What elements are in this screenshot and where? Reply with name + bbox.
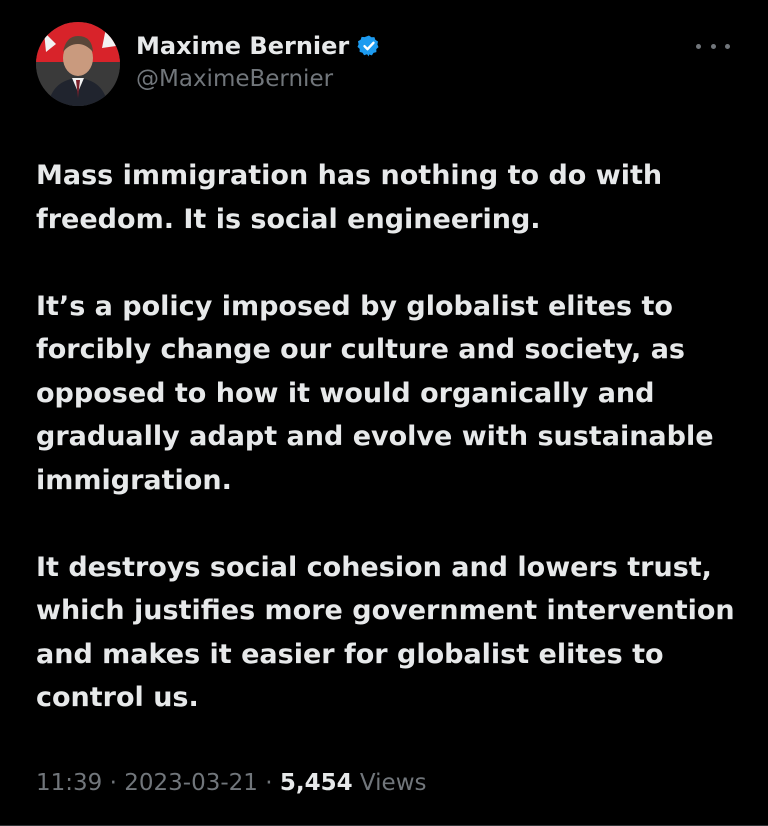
tweet-paragraph: It destroys social cohesion and lowers t… [36, 551, 735, 714]
tweet-time[interactable]: 11:39 [36, 770, 102, 796]
tweet-text: Mass immigration has nothing to do with … [36, 154, 736, 720]
verified-badge-icon[interactable] [357, 34, 381, 58]
more-options-icon[interactable] [696, 36, 730, 56]
author-block: Maxime Bernier @MaximeBernier [136, 30, 381, 92]
display-name[interactable]: Maxime Bernier [136, 32, 349, 60]
meta-separator: · [257, 770, 280, 796]
user-handle[interactable]: @MaximeBernier [136, 66, 381, 92]
tweet-header: Maxime Bernier @MaximeBernier [36, 20, 736, 110]
more-dot [710, 43, 716, 49]
tweet-meta: 11:39 · 2023-03-21 · 5,454 Views [36, 770, 427, 796]
views-count: 5,454 [279, 770, 353, 796]
tweet-paragraph: Mass immigration has nothing to do with … [36, 160, 663, 235]
more-dot [696, 43, 701, 49]
name-row: Maxime Bernier [136, 30, 381, 62]
avatar-image [36, 22, 120, 106]
meta-separator: · [102, 770, 125, 796]
views-label: Views [359, 770, 427, 796]
tweet-date[interactable]: 2023-03-21 [124, 770, 258, 796]
avatar[interactable] [36, 22, 120, 106]
tweet-paragraph: It’s a policy imposed by globalist elite… [36, 290, 714, 496]
more-dot [725, 43, 730, 49]
